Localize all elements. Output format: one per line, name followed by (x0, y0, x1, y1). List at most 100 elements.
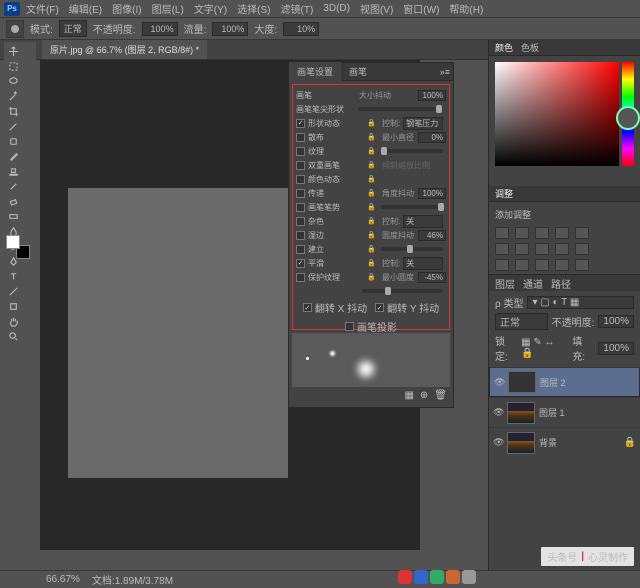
min-roundness-value[interactable]: -45% (418, 272, 446, 283)
blend-mode-select[interactable]: 正常 (59, 20, 87, 37)
adj-thresh-icon[interactable] (535, 259, 549, 271)
layer-thumbnail[interactable] (507, 402, 535, 424)
tex-slider[interactable] (381, 149, 443, 153)
smoothing-checkbox[interactable] (296, 259, 305, 268)
tray-icon[interactable] (398, 570, 412, 584)
lock-icon[interactable]: 🔒 (367, 273, 375, 281)
size-slider[interactable] (358, 107, 443, 111)
color-tab[interactable]: 颜色 (495, 41, 513, 54)
adj-sel-icon[interactable] (575, 259, 589, 271)
color-wheel-icon[interactable] (616, 106, 640, 130)
adj-hue-icon[interactable] (495, 243, 509, 255)
eyedropper-tool[interactable] (6, 119, 20, 133)
transfer-checkbox[interactable] (296, 189, 305, 198)
tray-icon[interactable] (462, 570, 476, 584)
adj-brightness-icon[interactable] (495, 227, 509, 239)
adj-curves-icon[interactable] (535, 227, 549, 239)
protect-texture-checkbox[interactable] (296, 273, 305, 282)
layer-opacity-input[interactable]: 100% (598, 315, 634, 328)
layer-name[interactable]: 图层 1 (539, 406, 565, 419)
adj-bw-icon[interactable] (515, 243, 529, 255)
flow-input[interactable]: 100% (212, 22, 248, 36)
canvas[interactable] (68, 188, 288, 478)
lock-icon[interactable]: 🔒 (367, 203, 375, 211)
swatches-tab[interactable]: 色板 (521, 41, 539, 54)
shape-tool[interactable] (6, 299, 20, 313)
kind-filter[interactable]: ▾ ▢ ◐ T ▦ (527, 296, 634, 309)
lock-icon[interactable]: 🔒 (367, 175, 375, 183)
trash-icon[interactable]: 🗑 (434, 390, 447, 401)
flip-y-checkbox[interactable] (375, 303, 384, 312)
minround-slider[interactable] (362, 289, 443, 293)
menu-help[interactable]: 帮助(H) (445, 0, 487, 18)
texture-checkbox[interactable] (296, 147, 305, 156)
tray-icon[interactable] (446, 570, 460, 584)
roundness-jitter-value[interactable]: 46% (418, 230, 446, 241)
layer-thumbnail[interactable] (507, 432, 535, 454)
lock-icon[interactable]: 🔒 (367, 259, 375, 267)
menu-view[interactable]: 视图(V) (356, 0, 397, 18)
angle-slider[interactable] (381, 205, 443, 209)
adj-invert-icon[interactable] (495, 259, 509, 271)
foreground-swatch[interactable] (6, 235, 20, 249)
menu-filter[interactable]: 滤镜(T) (277, 0, 318, 18)
brush-tool[interactable] (6, 149, 20, 163)
menu-type[interactable]: 文字(Y) (190, 0, 231, 18)
adjustments-tab[interactable]: 调整 (495, 187, 513, 200)
visibility-icon[interactable]: 👁 (494, 377, 504, 388)
control3-select[interactable]: 关 (403, 257, 443, 270)
brush-preset-picker[interactable] (6, 20, 24, 38)
visibility-icon[interactable]: 👁 (493, 437, 503, 448)
layer-name[interactable]: 背景 (539, 436, 557, 449)
tray-icon[interactable] (414, 570, 428, 584)
zoom-level[interactable]: 66.67% (46, 574, 80, 585)
brush-settings-tab[interactable]: 画笔设置 (289, 62, 341, 81)
menu-image[interactable]: 图像(I) (108, 0, 145, 18)
lock-icon[interactable]: 🔒 (367, 147, 375, 155)
noise-checkbox[interactable] (296, 217, 305, 226)
adj-poster-icon[interactable] (515, 259, 529, 271)
tray-icon[interactable] (430, 570, 444, 584)
layer-row[interactable]: 👁 图层 1 (489, 397, 640, 427)
color-picker[interactable] (495, 62, 619, 166)
panel-menu-icon[interactable]: »≡ (440, 67, 450, 77)
lock-icon[interactable]: 🔒 (367, 161, 375, 169)
lock-icon[interactable]: 🔒 (367, 119, 375, 127)
stamp-tool[interactable] (6, 164, 20, 178)
adj-photo-icon[interactable] (535, 243, 549, 255)
menu-3d[interactable]: 3D(D) (319, 1, 354, 16)
menu-select[interactable]: 选择(S) (233, 0, 274, 18)
gradient-tool[interactable] (6, 209, 20, 223)
history-brush-tool[interactable] (6, 179, 20, 193)
document-tab[interactable]: 原片.jpg @ 66.7% (图层 2, RGB/8#) * (42, 40, 207, 59)
lasso-tool[interactable] (6, 74, 20, 88)
blend-select[interactable]: 正常 (495, 313, 548, 330)
paths-tab[interactable]: 路径 (551, 276, 571, 291)
visibility-icon[interactable]: 👁 (493, 407, 503, 418)
toggle-preview-icon[interactable]: ▦ (404, 390, 413, 401)
wand-tool[interactable] (6, 89, 20, 103)
adj-grad-icon[interactable] (555, 259, 569, 271)
menu-edit[interactable]: 编辑(E) (65, 0, 106, 18)
lock-icon[interactable]: 🔒 (367, 231, 375, 239)
eraser-tool[interactable] (6, 194, 20, 208)
lock-icon[interactable]: 🔒 (367, 217, 375, 225)
size-jitter-value[interactable]: 100% (418, 90, 446, 101)
type-tool[interactable] (6, 269, 20, 283)
lock-icon[interactable]: 🔒 (367, 245, 375, 253)
menu-layer[interactable]: 图层(L) (148, 0, 188, 18)
adj-exposure-icon[interactable] (555, 227, 569, 239)
crop-tool[interactable] (6, 104, 20, 118)
opacity-input[interactable]: 100% (142, 22, 178, 36)
fill-input[interactable]: 100% (598, 342, 634, 355)
buildup-checkbox[interactable] (296, 245, 305, 254)
menu-window[interactable]: 窗口(W) (399, 0, 443, 18)
control2-select[interactable]: 关 (403, 215, 443, 228)
min-diameter-value[interactable]: 0% (418, 132, 446, 143)
new-brush-icon[interactable]: ⊕ (420, 390, 428, 401)
brush-pose-checkbox[interactable] (296, 203, 305, 212)
brush-tab[interactable]: 画笔 (341, 62, 375, 81)
layer-row[interactable]: 👁 图层 2 (489, 367, 640, 397)
marquee-tool[interactable] (6, 59, 20, 73)
brush-tip-shape-label[interactable]: 画笔笔尖形状 (296, 104, 352, 115)
